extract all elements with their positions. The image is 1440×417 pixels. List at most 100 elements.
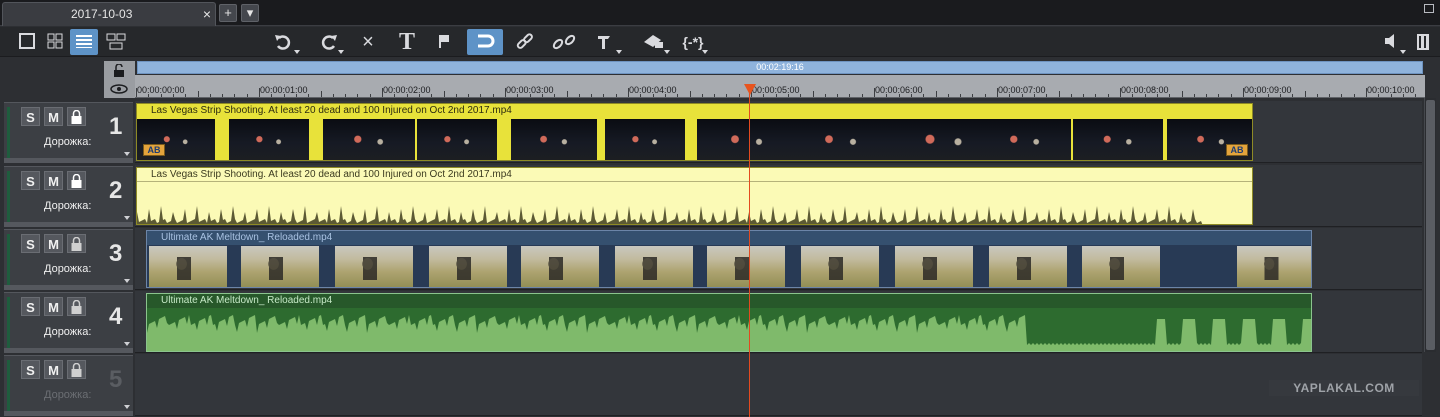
tab-menu-button[interactable]: ▾ <box>241 4 259 22</box>
tick-mark <box>505 88 506 97</box>
chevron-down-icon[interactable] <box>124 216 130 220</box>
mute-button[interactable]: M <box>44 297 63 316</box>
video-thumbnail <box>1082 246 1160 287</box>
mute-button[interactable]: M <box>44 107 63 126</box>
eye-icon[interactable] <box>109 83 129 95</box>
unlock-icon <box>71 299 82 314</box>
track-resize-handle[interactable] <box>4 285 133 290</box>
snap-button[interactable] <box>467 29 503 55</box>
tick-mark <box>775 94 777 97</box>
track-header-2[interactable]: S M Дорожка: 2 <box>4 166 133 226</box>
title-text-button[interactable]: T <box>393 29 421 55</box>
tick-mark <box>960 94 962 97</box>
add-tab-button[interactable]: + <box>219 4 237 22</box>
track-lock-button[interactable] <box>67 107 86 126</box>
track-header-1[interactable]: S M Дорожка: 1 <box>4 102 133 162</box>
playhead-handle[interactable] <box>744 84 756 95</box>
expression-label: {-*} <box>682 34 704 50</box>
audio-clip-las-vegas[interactable]: Las Vegas Strip Shooting. At least 20 de… <box>136 167 1253 225</box>
redo-icon <box>321 35 337 50</box>
time-ruler[interactable]: 00:00:00:00 00:00:01:00 00:00:02:00 00:00:0… <box>135 75 1425 98</box>
solo-button[interactable]: S <box>21 171 40 190</box>
clip-title: Las Vegas Strip Shooting. At least 20 de… <box>137 168 1252 182</box>
redo-button[interactable] <box>314 29 344 55</box>
track-lane-5[interactable] <box>135 354 1422 416</box>
scrollbar-thumb[interactable] <box>1426 100 1435 350</box>
tick-mark <box>997 88 998 97</box>
tick-mark <box>172 94 174 97</box>
track-resize-handle[interactable] <box>4 348 133 353</box>
tick-mark <box>800 94 802 97</box>
mouse-mode-button[interactable] <box>592 29 622 55</box>
undo-icon <box>275 35 291 50</box>
video-thumbnail <box>801 246 879 287</box>
track-header-3[interactable]: S M Дорожка: 3 <box>4 229 133 289</box>
mute-button[interactable]: M <box>44 234 63 253</box>
tick-mark <box>1181 91 1183 97</box>
unlock-icon <box>71 236 82 251</box>
tick-mark <box>541 94 543 97</box>
undo-button[interactable] <box>270 29 300 55</box>
video-thumbnail <box>241 246 319 287</box>
transition-badge[interactable]: AB <box>143 144 165 156</box>
marker-button[interactable] <box>432 29 456 55</box>
chevron-down-icon[interactable] <box>124 152 130 156</box>
clip-title: Ultimate AK Meltdown_ Reloaded.mp4 <box>147 231 1311 245</box>
delete-button[interactable]: × <box>356 29 380 55</box>
track-resize-handle[interactable] <box>4 158 133 163</box>
tab-close-icon[interactable]: × <box>203 3 211 25</box>
storyboard-view-button[interactable] <box>102 29 130 55</box>
solo-button[interactable]: S <box>21 107 40 126</box>
mute-button[interactable]: M <box>44 171 63 190</box>
tick-mark <box>1132 94 1134 97</box>
tab-project[interactable]: 2017-10-03 × <box>2 2 216 26</box>
tick-mark <box>652 94 654 97</box>
track-number: 2 <box>109 177 123 204</box>
unlink-button[interactable] <box>548 29 580 55</box>
track-resize-handle[interactable] <box>4 222 133 227</box>
video-clip-ak-meltdown[interactable]: Ultimate AK Meltdown_ Reloaded.mp4 <box>146 230 1312 288</box>
track-header-4[interactable]: S M Дорожка: 4 <box>4 292 133 352</box>
tick-mark <box>320 91 322 97</box>
grid-view-button[interactable] <box>42 29 68 55</box>
mixer-button[interactable] <box>1412 29 1434 55</box>
track-lock-button[interactable] <box>67 297 86 316</box>
chevron-down-icon[interactable] <box>124 279 130 283</box>
expression-button[interactable]: {-*} <box>676 29 710 55</box>
solo-button[interactable]: S <box>21 360 40 379</box>
chevron-down-icon[interactable] <box>124 342 130 346</box>
tick-mark <box>984 94 986 97</box>
track-level-meter <box>7 297 10 349</box>
timeline-view-button[interactable] <box>70 29 98 55</box>
tick-mark <box>1255 94 1257 97</box>
range-bar[interactable]: 00:02:19:16 <box>137 61 1423 74</box>
transition-badge[interactable]: AB <box>1226 144 1248 156</box>
video-clip-las-vegas[interactable]: Las Vegas Strip Shooting. At least 20 de… <box>136 103 1253 161</box>
video-thumbnail <box>605 119 685 160</box>
track-header-5[interactable]: S M Дорожка: 5 <box>4 355 133 415</box>
tick-mark <box>234 94 236 97</box>
volume-button[interactable] <box>1378 29 1406 55</box>
track-resize-handle[interactable] <box>4 411 133 416</box>
track-lock-button[interactable] <box>67 171 86 190</box>
solo-button[interactable]: S <box>21 234 40 253</box>
vertical-scrollbar[interactable] <box>1424 98 1436 352</box>
audio-clip-ak-meltdown[interactable]: Ultimate AK Meltdown_ Reloaded.mp4 <box>146 293 1312 352</box>
restore-window-icon[interactable] <box>1424 4 1434 13</box>
track-lock-button[interactable] <box>67 234 86 253</box>
playhead-line[interactable] <box>749 84 750 417</box>
mute-button[interactable]: M <box>44 360 63 379</box>
chevron-down-icon[interactable] <box>124 405 130 409</box>
tick-mark <box>947 94 949 97</box>
track-lock-button[interactable] <box>67 360 86 379</box>
video-thumbnail <box>1073 119 1163 160</box>
single-view-button[interactable] <box>14 29 40 55</box>
audio-waveform <box>137 206 1203 224</box>
link-button[interactable] <box>512 29 538 55</box>
effects-button[interactable] <box>638 29 672 55</box>
track-level-meter <box>7 360 10 412</box>
tick-mark <box>1415 94 1417 97</box>
track-label: Дорожка: <box>44 389 92 401</box>
solo-button[interactable]: S <box>21 297 40 316</box>
lock-icon[interactable] <box>113 64 125 78</box>
